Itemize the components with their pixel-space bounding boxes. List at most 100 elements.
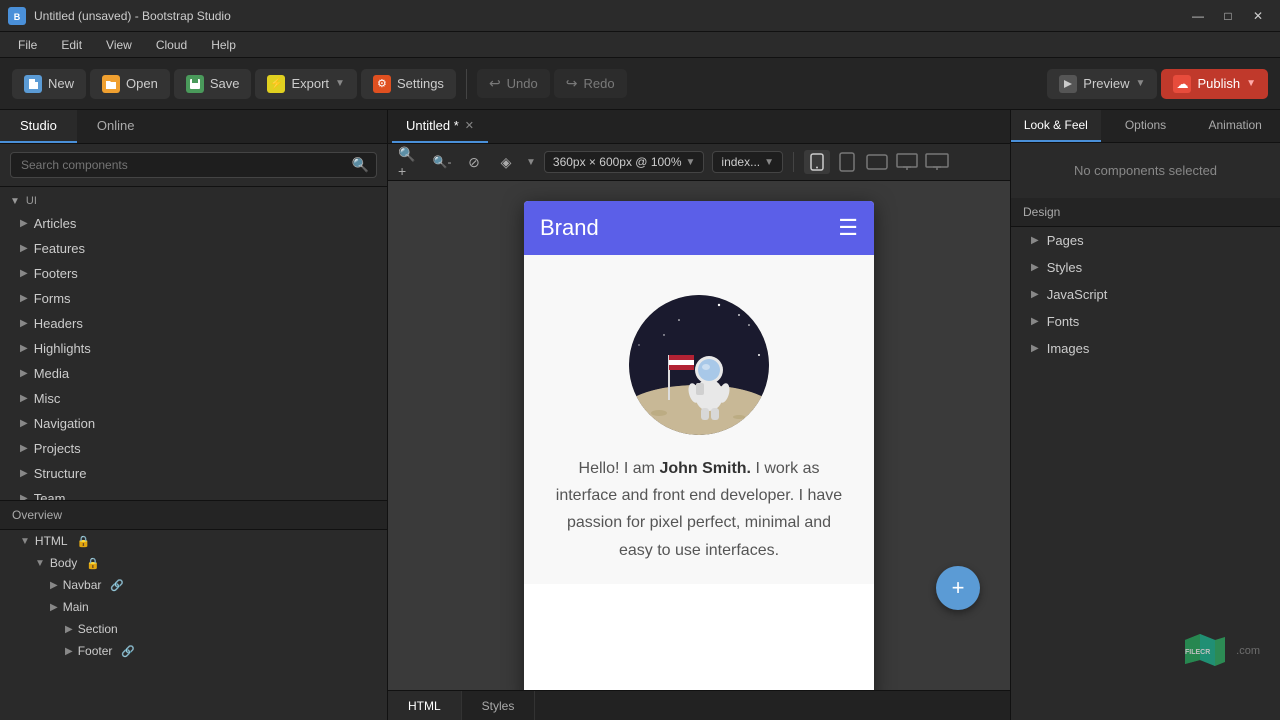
main-area: Studio Online 🔍 ▼ UI ▶ Articles ▶ Featur…: [0, 110, 1280, 720]
size-dropdown-arrow: ▼: [686, 157, 696, 168]
search-icon: 🔍: [352, 157, 369, 174]
design-item-fonts[interactable]: ▶ Fonts: [1011, 308, 1280, 335]
publish-dropdown-arrow: ▼: [1246, 78, 1256, 89]
body-lock-icon: 🔒: [86, 557, 100, 570]
media-arrow: ▶: [20, 368, 28, 379]
cat-projects[interactable]: ▶ Projects: [0, 436, 387, 461]
svg-text:B: B: [14, 12, 21, 22]
new-button[interactable]: New: [12, 69, 86, 99]
cat-misc[interactable]: ▶ Misc: [0, 386, 387, 411]
canvas-tab-untitled[interactable]: Untitled * ✕: [392, 110, 488, 143]
navbar-arrow-icon: ▶: [50, 580, 58, 591]
cat-footers[interactable]: ▶ Footers: [0, 261, 387, 286]
design-item-images[interactable]: ▶ Images: [1011, 335, 1280, 362]
navigation-arrow: ▶: [20, 418, 28, 429]
cat-highlights[interactable]: ▶ Highlights: [0, 336, 387, 361]
publish-button[interactable]: ☁ Publish ▼: [1161, 69, 1268, 99]
styles-tab[interactable]: Styles: [462, 691, 536, 720]
design-item-pages[interactable]: ▶ Pages: [1011, 227, 1280, 254]
maximize-button[interactable]: □: [1214, 6, 1242, 26]
pages-arrow-icon: ▶: [1031, 235, 1039, 246]
zoom-in-button[interactable]: 🔍+: [398, 150, 422, 174]
tree-html[interactable]: ▼ HTML 🔒: [0, 530, 387, 552]
javascript-arrow-icon: ▶: [1031, 289, 1039, 300]
cat-forms[interactable]: ▶ Forms: [0, 286, 387, 311]
open-button[interactable]: Open: [90, 69, 170, 99]
export-dropdown-arrow: ▼: [335, 78, 345, 89]
zoom-out-button[interactable]: 🔍-: [430, 150, 454, 174]
tab-options[interactable]: Options: [1101, 110, 1191, 142]
svg-text:FILECR: FILECR: [1185, 649, 1210, 656]
design-header: Design: [1011, 198, 1280, 227]
cat-articles[interactable]: ▶ Articles: [0, 211, 387, 236]
device-desktop-small[interactable]: [894, 150, 920, 174]
save-button[interactable]: Save: [174, 69, 252, 99]
device-mobile[interactable]: [804, 150, 830, 174]
cat-features[interactable]: ▶ Features: [0, 236, 387, 261]
device-tablet-landscape[interactable]: [864, 150, 890, 174]
canvas-dropdown-arrow[interactable]: ▼: [526, 157, 536, 168]
component-list: ▼ UI ▶ Articles ▶ Features ▶ Footers ▶ F…: [0, 187, 387, 500]
save-icon: [186, 75, 204, 93]
menu-cloud[interactable]: Cloud: [146, 36, 197, 54]
right-panel: Look & Feel Options Animation No compone…: [1010, 110, 1280, 720]
export-button[interactable]: ⚡ Export ▼: [255, 69, 356, 99]
titlebar: B Untitled (unsaved) - Bootstrap Studio …: [0, 0, 1280, 32]
select-tool-button[interactable]: ⊘: [462, 150, 486, 174]
tree-body[interactable]: ▼ Body 🔒: [0, 552, 387, 574]
canvas-size[interactable]: 360px × 600px @ 100% ▼: [544, 151, 705, 173]
undo-icon: ↩: [489, 75, 501, 92]
tree-footer[interactable]: ▶ Footer 🔗: [0, 640, 387, 662]
device-buttons: [804, 150, 950, 174]
ui-collapse-arrow: ▼: [10, 196, 20, 207]
device-tablet-portrait[interactable]: [834, 150, 860, 174]
articles-arrow: ▶: [20, 218, 28, 229]
add-component-button[interactable]: +: [936, 566, 980, 610]
canvas-tabs: Untitled * ✕: [388, 110, 1010, 144]
tab-close-icon[interactable]: ✕: [465, 119, 474, 132]
menu-view[interactable]: View: [96, 36, 142, 54]
cat-headers[interactable]: ▶ Headers: [0, 311, 387, 336]
device-desktop-large[interactable]: [924, 150, 950, 174]
close-button[interactable]: ✕: [1244, 6, 1272, 26]
tab-studio[interactable]: Studio: [0, 110, 77, 143]
tree-main[interactable]: ▶ Main: [0, 596, 387, 618]
tree-navbar[interactable]: ▶ Navbar 🔗: [0, 574, 387, 596]
search-input[interactable]: [10, 152, 377, 178]
design-item-styles[interactable]: ▶ Styles: [1011, 254, 1280, 281]
phone-brand: Brand: [540, 215, 599, 241]
cat-structure[interactable]: ▶ Structure: [0, 461, 387, 486]
cat-media[interactable]: ▶ Media: [0, 361, 387, 386]
phone-avatar: [629, 295, 769, 435]
settings-button[interactable]: ⚙ Settings: [361, 69, 456, 99]
canvas-page[interactable]: index... ▼: [712, 151, 783, 173]
tab-look-feel[interactable]: Look & Feel: [1011, 110, 1101, 142]
menu-file[interactable]: File: [8, 36, 47, 54]
overview-panel: Overview ▼ HTML 🔒 ▼ Body 🔒 ▶ Navbar 🔗 ▶ …: [0, 500, 387, 720]
layers-button[interactable]: ◈: [494, 150, 518, 174]
no-component-message: No components selected: [1011, 143, 1280, 198]
phone-bio-text: Hello! I am John Smith. I work as interf…: [544, 455, 854, 564]
html-tab[interactable]: HTML: [388, 691, 462, 720]
cat-team[interactable]: ▶ Team: [0, 486, 387, 500]
html-collapse-icon: ▼: [20, 536, 30, 547]
cat-navigation[interactable]: ▶ Navigation: [0, 411, 387, 436]
filecr-watermark: FILECR .com: [1180, 632, 1260, 670]
undo-button[interactable]: ↩ Undo: [477, 69, 550, 98]
structure-arrow: ▶: [20, 468, 28, 479]
right-panel-tabs: Look & Feel Options Animation: [1011, 110, 1280, 143]
preview-button[interactable]: Preview ▼: [1047, 69, 1157, 99]
design-item-javascript[interactable]: ▶ JavaScript: [1011, 281, 1280, 308]
tree-section[interactable]: ▶ Section: [0, 618, 387, 640]
menu-edit[interactable]: Edit: [51, 36, 92, 54]
search-area: 🔍: [0, 144, 387, 187]
menu-help[interactable]: Help: [201, 36, 246, 54]
tab-animation[interactable]: Animation: [1190, 110, 1280, 142]
main-arrow-icon: ▶: [50, 602, 58, 613]
tab-online[interactable]: Online: [77, 110, 155, 143]
new-icon: [24, 75, 42, 93]
ui-category-header: ▼ UI: [0, 191, 387, 211]
minimize-button[interactable]: —: [1184, 6, 1212, 26]
preview-icon: [1059, 75, 1077, 93]
redo-button[interactable]: ↪ Redo: [554, 69, 627, 98]
